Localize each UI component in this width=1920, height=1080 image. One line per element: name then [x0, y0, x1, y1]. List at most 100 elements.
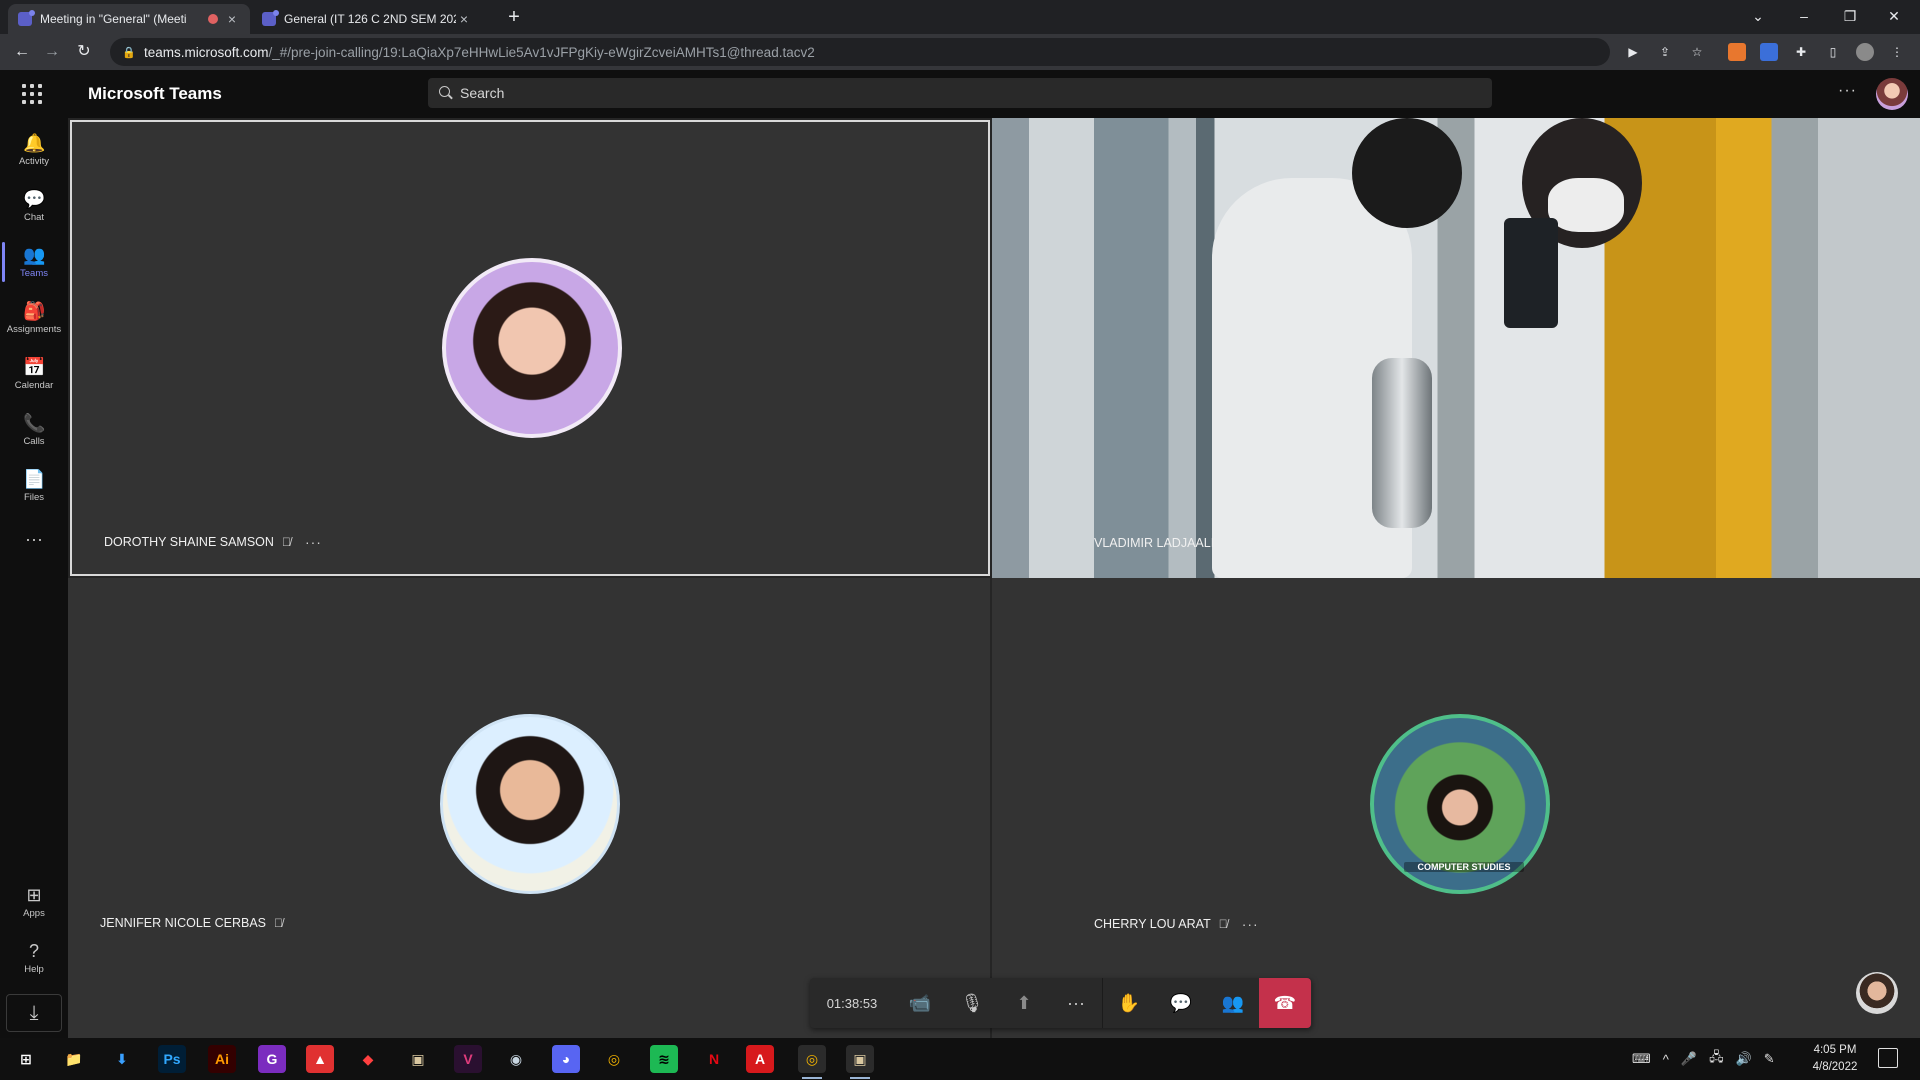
settings-more-button[interactable]: ··· [1838, 82, 1857, 100]
tab-close-icon[interactable]: × [456, 11, 472, 27]
participants-button[interactable]: 👥 [1207, 978, 1259, 1028]
teams-header: Microsoft Teams Search ··· [0, 70, 1920, 118]
rail-item-help[interactable]: ? Help [0, 934, 68, 988]
address-bar[interactable]: 🔒 teams.microsoft.com/_#/pre-join-callin… [110, 38, 1610, 66]
app-launcher-icon[interactable] [22, 84, 42, 104]
taskbar-steam-icon[interactable]: ◉ [502, 1045, 530, 1073]
participant-tile[interactable]: COMPUTER STUDIES CHERRY LOU ARAT 🎙̸ ··· [992, 578, 1920, 1038]
avatar-caption: COMPUTER STUDIES [1404, 862, 1524, 872]
rail-label: Activity [18, 156, 50, 167]
bookmark-star-icon[interactable]: ☆ [1688, 43, 1706, 61]
camera-off-button[interactable]: 📹 [894, 978, 946, 1028]
mic-off-button[interactable]: 🎙 [946, 978, 998, 1028]
taskbar-app-v-icon[interactable]: V [454, 1045, 482, 1073]
network-icon[interactable]: 🖧 [1709, 1048, 1724, 1070]
calendar-icon: 📅 [23, 357, 46, 377]
taskbar-app-2-icon[interactable]: ⬇ [108, 1045, 136, 1073]
rail-item-apps[interactable]: ⊞ Apps [0, 878, 68, 932]
microphone-icon[interactable]: 🎤 [1681, 1051, 1697, 1067]
participant-video-tile[interactable]: VLADIMIR LADJAALI [992, 118, 1920, 578]
rail-item-files[interactable]: 📄 Files [0, 462, 68, 516]
browser-menu-icon[interactable]: ⋮ [1888, 43, 1906, 61]
taskbar-chrome-icon[interactable]: ◎ [600, 1045, 628, 1073]
rail-item-assignments[interactable]: 🎒 Assignments [0, 294, 68, 348]
extensions-puzzle-icon[interactable]: ✚ [1792, 43, 1810, 61]
pen-icon[interactable]: ✎ [1764, 1051, 1775, 1067]
restore-button[interactable]: ❐ [1828, 2, 1872, 30]
share-icon[interactable]: ⇪ [1656, 43, 1674, 61]
taskbar-discord-icon[interactable]: ◕ [552, 1045, 580, 1073]
call-controls: 01:38:53 📹 🎙 ⬆ ··· ✋ 💬 👥 ☎ [810, 978, 1312, 1028]
keyboard-icon[interactable]: ⌨ [1632, 1051, 1651, 1067]
participant-tile[interactable]: DOROTHY SHAINE SAMSON 🎙̸ ··· [70, 120, 990, 576]
taskbar-app-red-2-icon[interactable]: ◆ [354, 1045, 382, 1073]
chevron-up-icon[interactable]: ^ [1663, 1052, 1669, 1067]
rail-item-chat[interactable]: 💬 Chat [0, 182, 68, 236]
back-arrow-icon[interactable]: ← [10, 40, 34, 64]
participant-more-button[interactable]: ··· [305, 534, 322, 550]
rail-item-calendar[interactable]: 📅 Calendar [0, 350, 68, 404]
notification-center-icon[interactable] [1878, 1048, 1898, 1068]
taskbar-app-red-icon[interactable]: ▲ [306, 1045, 334, 1073]
download-app-button[interactable]: ⤓ [6, 994, 62, 1032]
rail-more-button[interactable]: ··· [0, 522, 68, 552]
taskbar-app-purple-icon[interactable]: G [258, 1045, 286, 1073]
extension-fox-icon[interactable] [1728, 43, 1746, 61]
rail-label: Files [23, 492, 45, 503]
rail-item-activity[interactable]: 🔔 Activity [0, 126, 68, 180]
url-host: teams.microsoft.com [144, 44, 269, 60]
close-window-button[interactable]: ✕ [1872, 2, 1916, 30]
rail-item-teams[interactable]: 👥 Teams [0, 238, 68, 292]
taskbar-start-icon[interactable]: ⊞ [12, 1045, 40, 1073]
leave-call-button[interactable]: ☎ [1259, 978, 1311, 1028]
meeting-stage: DOROTHY SHAINE SAMSON 🎙̸ ··· VLADIMIR LA… [68, 118, 1920, 1038]
participant-name-bar: JENNIFER NICOLE CERBAS 🎙̸ [100, 916, 283, 930]
chat-button[interactable]: 💬 [1155, 978, 1207, 1028]
taskbar-acrobat-icon[interactable]: A [746, 1045, 774, 1073]
app-title: Microsoft Teams [88, 84, 222, 103]
rail-item-calls[interactable]: 📞 Calls [0, 406, 68, 460]
mic-off-icon: 🎙̸ [1218, 917, 1228, 931]
user-avatar[interactable] [1876, 78, 1908, 110]
profile-avatar[interactable] [1856, 43, 1874, 61]
taskbar-clock[interactable]: 4:05 PM 4/8/2022 [1800, 1042, 1870, 1076]
browser-tab-general[interactable]: General (IT 126 C 2ND SEM 2021 × [252, 4, 482, 34]
taskbar-netflix-icon[interactable]: N [700, 1045, 728, 1073]
url-path: /_#/pre-join-calling/19:LaQiaXp7eHHwLie5… [268, 44, 815, 60]
taskbar-illustrator-icon[interactable]: Ai [208, 1045, 236, 1073]
extension-translate-icon[interactable] [1760, 43, 1778, 61]
taskbar-photoshop-icon[interactable]: Ps [158, 1045, 186, 1073]
participant-name: DOROTHY SHAINE SAMSON [104, 535, 274, 549]
taskbar-app-running-icon[interactable]: ▣ [846, 1045, 874, 1079]
taskbar-file-explorer-icon[interactable]: 📁 [60, 1045, 88, 1073]
new-tab-button[interactable]: + [500, 6, 528, 30]
browser-tab-meeting[interactable]: Meeting in "General" (Meeti × [8, 4, 250, 34]
volume-icon[interactable]: 🔊 [1736, 1051, 1752, 1067]
lock-icon: 🔒 [122, 46, 136, 59]
taskbar-chrome-running-icon[interactable]: ◎ [798, 1045, 826, 1079]
tab-title: Meeting in "General" (Meeti [40, 12, 187, 26]
search-input[interactable]: Search [428, 78, 1492, 108]
side-panel-icon[interactable]: ▯ [1824, 43, 1842, 61]
call-timer: 01:38:53 [826, 995, 878, 1011]
teams-icon: 👥 [23, 245, 46, 265]
more-actions-button[interactable]: ··· [1050, 978, 1102, 1028]
teams-favicon-icon [18, 10, 35, 26]
assignments-icon: 🎒 [23, 301, 46, 321]
forward-arrow-icon[interactable]: → [40, 40, 64, 64]
taskbar-spotify-icon[interactable]: ≋ [650, 1045, 678, 1073]
participant-tile[interactable]: JENNIFER NICOLE CERBAS 🎙̸ [68, 578, 990, 1038]
phone-icon: 📞 [23, 413, 46, 433]
self-view-avatar[interactable] [1856, 972, 1898, 1014]
raise-hand-button[interactable]: ✋ [1103, 978, 1155, 1028]
taskbar-app-photo-icon[interactable]: ▣ [404, 1045, 432, 1073]
search-icon [438, 85, 454, 101]
tab-search-button[interactable]: ⌄ [1736, 2, 1780, 30]
participant-more-button[interactable]: ··· [1242, 916, 1259, 932]
windows-taskbar: ⊞ 📁 ⬇ Ps Ai G ▲ ◆ ▣ V ◉ ◕ ◎ ≋ N A ◎ ▣ ⌨ ^ 🎤 🖧 🔊 ✎ 4:05 PM… [0, 1038, 1920, 1080]
share-screen-button[interactable]: ⬆ [998, 978, 1050, 1028]
camera-in-use-icon[interactable]: ▶ [1624, 43, 1642, 61]
minimize-button[interactable]: – [1782, 2, 1826, 30]
tab-close-icon[interactable]: × [224, 11, 240, 27]
reload-icon[interactable]: ↻ [72, 40, 96, 64]
